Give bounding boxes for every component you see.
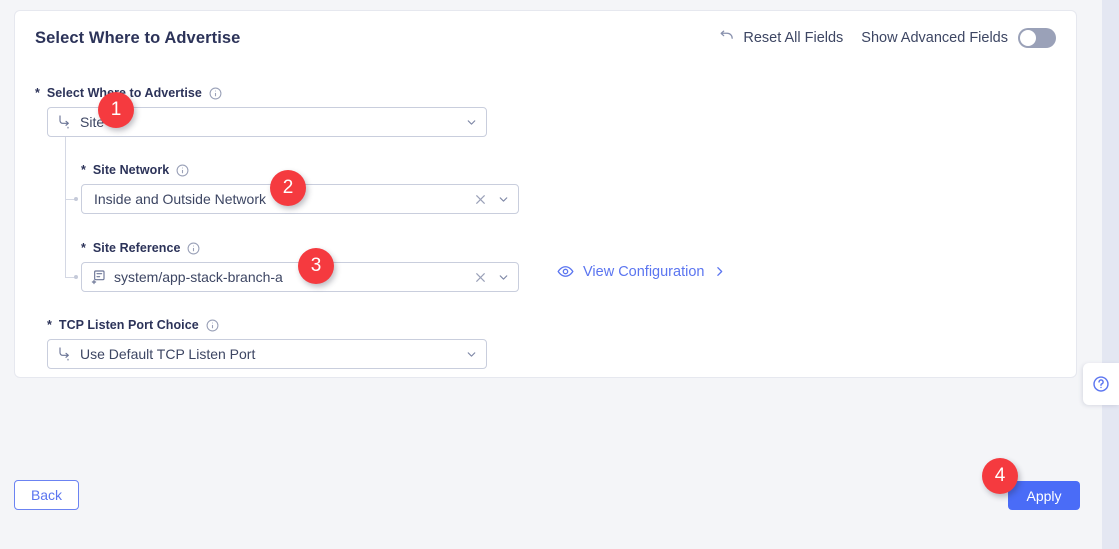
input-controls	[465, 116, 478, 129]
form-body: * Select Where to Advertise Site * Site …	[15, 73, 1076, 377]
label-text: Site Network	[92, 163, 170, 177]
site-reference-value: system/app-stack-branch-a	[114, 269, 283, 285]
label-text: TCP Listen Port Choice	[58, 318, 199, 332]
toggle-knob	[1020, 29, 1036, 46]
tree-node-dot	[74, 197, 78, 201]
required-marker: *	[81, 241, 86, 255]
step-badge-2: 2	[270, 170, 306, 206]
input-controls	[474, 271, 510, 284]
required-marker: *	[47, 318, 52, 332]
reset-all-fields-button[interactable]: Reset All Fields	[716, 25, 845, 50]
tcp-listen-port-choice-dropdown[interactable]: Use Default TCP Listen Port	[47, 339, 487, 369]
show-advanced-fields-toggle[interactable]	[1018, 27, 1056, 48]
chevron-down-icon[interactable]	[497, 193, 510, 206]
info-circle-icon[interactable]	[176, 164, 189, 177]
branch-fork-icon	[56, 114, 72, 130]
advertise-settings-card: Select Where to Advertise Reset All Fiel…	[14, 10, 1077, 378]
close-x-icon[interactable]	[474, 193, 487, 206]
page-scrollbar[interactable]	[1102, 0, 1119, 549]
info-circle-icon[interactable]	[187, 242, 200, 255]
apply-button[interactable]: Apply	[1008, 481, 1080, 510]
card-header: Select Where to Advertise Reset All Fiel…	[15, 11, 1076, 73]
eye-icon	[557, 263, 574, 280]
label-site-network: * Site Network	[81, 163, 189, 177]
label-tcp-listen-port-choice: * TCP Listen Port Choice	[47, 318, 219, 332]
tcp-listen-port-choice-value: Use Default TCP Listen Port	[80, 346, 256, 362]
branch-fork-icon	[56, 346, 72, 362]
reset-all-fields-label: Reset All Fields	[743, 29, 844, 46]
chevron-down-icon[interactable]	[465, 116, 478, 129]
step-badge-1: 1	[98, 92, 134, 128]
question-circle-icon[interactable]	[1092, 375, 1110, 393]
label-site-reference: * Site Reference	[81, 241, 200, 255]
tree-connector-line	[65, 137, 66, 277]
input-controls	[465, 348, 478, 361]
chevron-right-icon	[713, 265, 726, 278]
label-text: Site Reference	[92, 241, 181, 255]
close-x-icon[interactable]	[474, 271, 487, 284]
required-marker: *	[81, 163, 86, 177]
page-title: Select Where to Advertise	[35, 29, 241, 47]
right-gutter	[1077, 0, 1102, 549]
input-controls	[474, 193, 510, 206]
help-panel[interactable]	[1083, 363, 1119, 405]
tree-node-dot	[74, 275, 78, 279]
show-advanced-fields-label[interactable]: Show Advanced Fields	[861, 30, 1008, 46]
document-list-icon	[90, 269, 106, 285]
select-where-to-advertise-value: Site	[80, 114, 105, 130]
chevron-down-icon[interactable]	[497, 271, 510, 284]
view-configuration-label: View Configuration	[583, 263, 705, 280]
view-configuration-link[interactable]: View Configuration	[557, 263, 726, 280]
reset-arrow-icon	[718, 29, 735, 46]
required-marker: *	[35, 86, 40, 100]
info-circle-icon[interactable]	[209, 87, 222, 100]
step-badge-4: 4	[982, 458, 1018, 494]
chevron-down-icon[interactable]	[465, 348, 478, 361]
back-button[interactable]: Back	[14, 480, 79, 510]
header-actions: Reset All Fields Show Advanced Fields	[716, 25, 1056, 50]
step-badge-3: 3	[298, 248, 334, 284]
info-circle-icon[interactable]	[206, 319, 219, 332]
